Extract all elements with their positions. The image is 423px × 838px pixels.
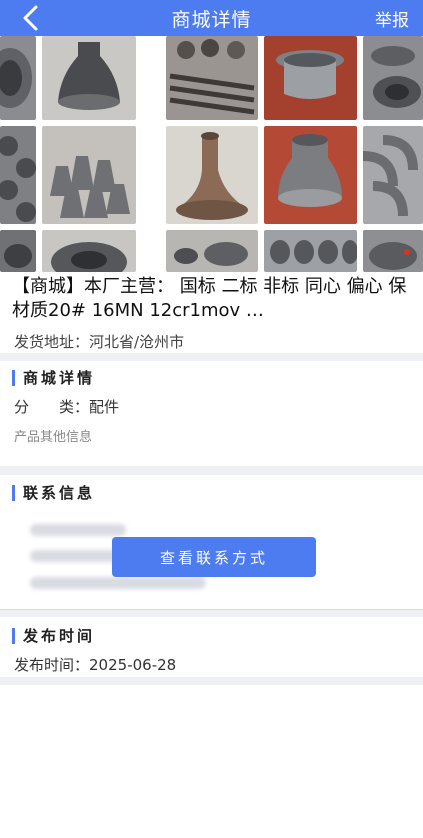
category-value: 配件 [89, 398, 120, 416]
section-accent-bar [12, 369, 15, 386]
back-arrow-icon[interactable] [18, 4, 46, 32]
shipping-address-label: 发货地址： [14, 333, 90, 351]
product-photo [0, 36, 36, 120]
product-photo [264, 230, 357, 272]
section-gap [0, 353, 423, 361]
category-field: 分 类：配件 [14, 396, 119, 417]
product-photo [264, 36, 357, 120]
shipping-address-value: 河北省/沧州市 [89, 333, 185, 351]
product-photo [166, 126, 258, 224]
product-photo [42, 126, 136, 224]
blurred-contact-address [30, 577, 206, 589]
section-accent-bar [12, 627, 15, 644]
product-photo [42, 230, 136, 272]
contact-section-title-text: 联系信息 [23, 484, 96, 502]
product-photo [42, 36, 136, 120]
product-photo [363, 230, 423, 272]
publish-time-field: 发布时间：2025-06-28 [14, 654, 176, 675]
details-section-title-text: 商城详情 [23, 369, 96, 387]
product-photo [0, 230, 36, 272]
page-title: 商城详情 [171, 8, 252, 31]
shipping-address: 发货地址：河北省/沧州市 [14, 331, 184, 352]
product-photo [166, 36, 258, 120]
product-photo [264, 126, 357, 224]
product-title: 【商城】本厂主营： 国标 二标 非标 同心 偏心 保材质20# 16MN 12c… [12, 276, 407, 321]
product-image-gallery[interactable] [0, 36, 423, 272]
contact-section-title: 联系信息 [12, 482, 95, 503]
other-info-text: 产品其他信息 [14, 430, 93, 445]
product-photo [363, 126, 423, 224]
publish-time-value: 2025-06-28 [89, 656, 177, 674]
publish-section-title-text: 发布时间 [23, 627, 96, 645]
product-photo [0, 126, 36, 224]
view-contact-button[interactable]: 查看联系方式 [112, 537, 316, 577]
top-nav-bar: 商城详情 举报 [0, 0, 423, 36]
section-gap [0, 677, 423, 685]
product-photo [166, 230, 258, 272]
details-section-title: 商城详情 [12, 367, 95, 388]
product-photo [363, 36, 423, 120]
blurred-contact-person [30, 524, 126, 536]
section-accent-bar [12, 484, 15, 501]
section-gap [0, 466, 423, 475]
publish-section-title: 发布时间 [12, 625, 95, 646]
category-label: 分 类： [14, 398, 90, 416]
publish-time-label: 发布时间： [14, 656, 90, 674]
report-button[interactable]: 举报 [375, 6, 409, 31]
section-gap [0, 610, 423, 617]
